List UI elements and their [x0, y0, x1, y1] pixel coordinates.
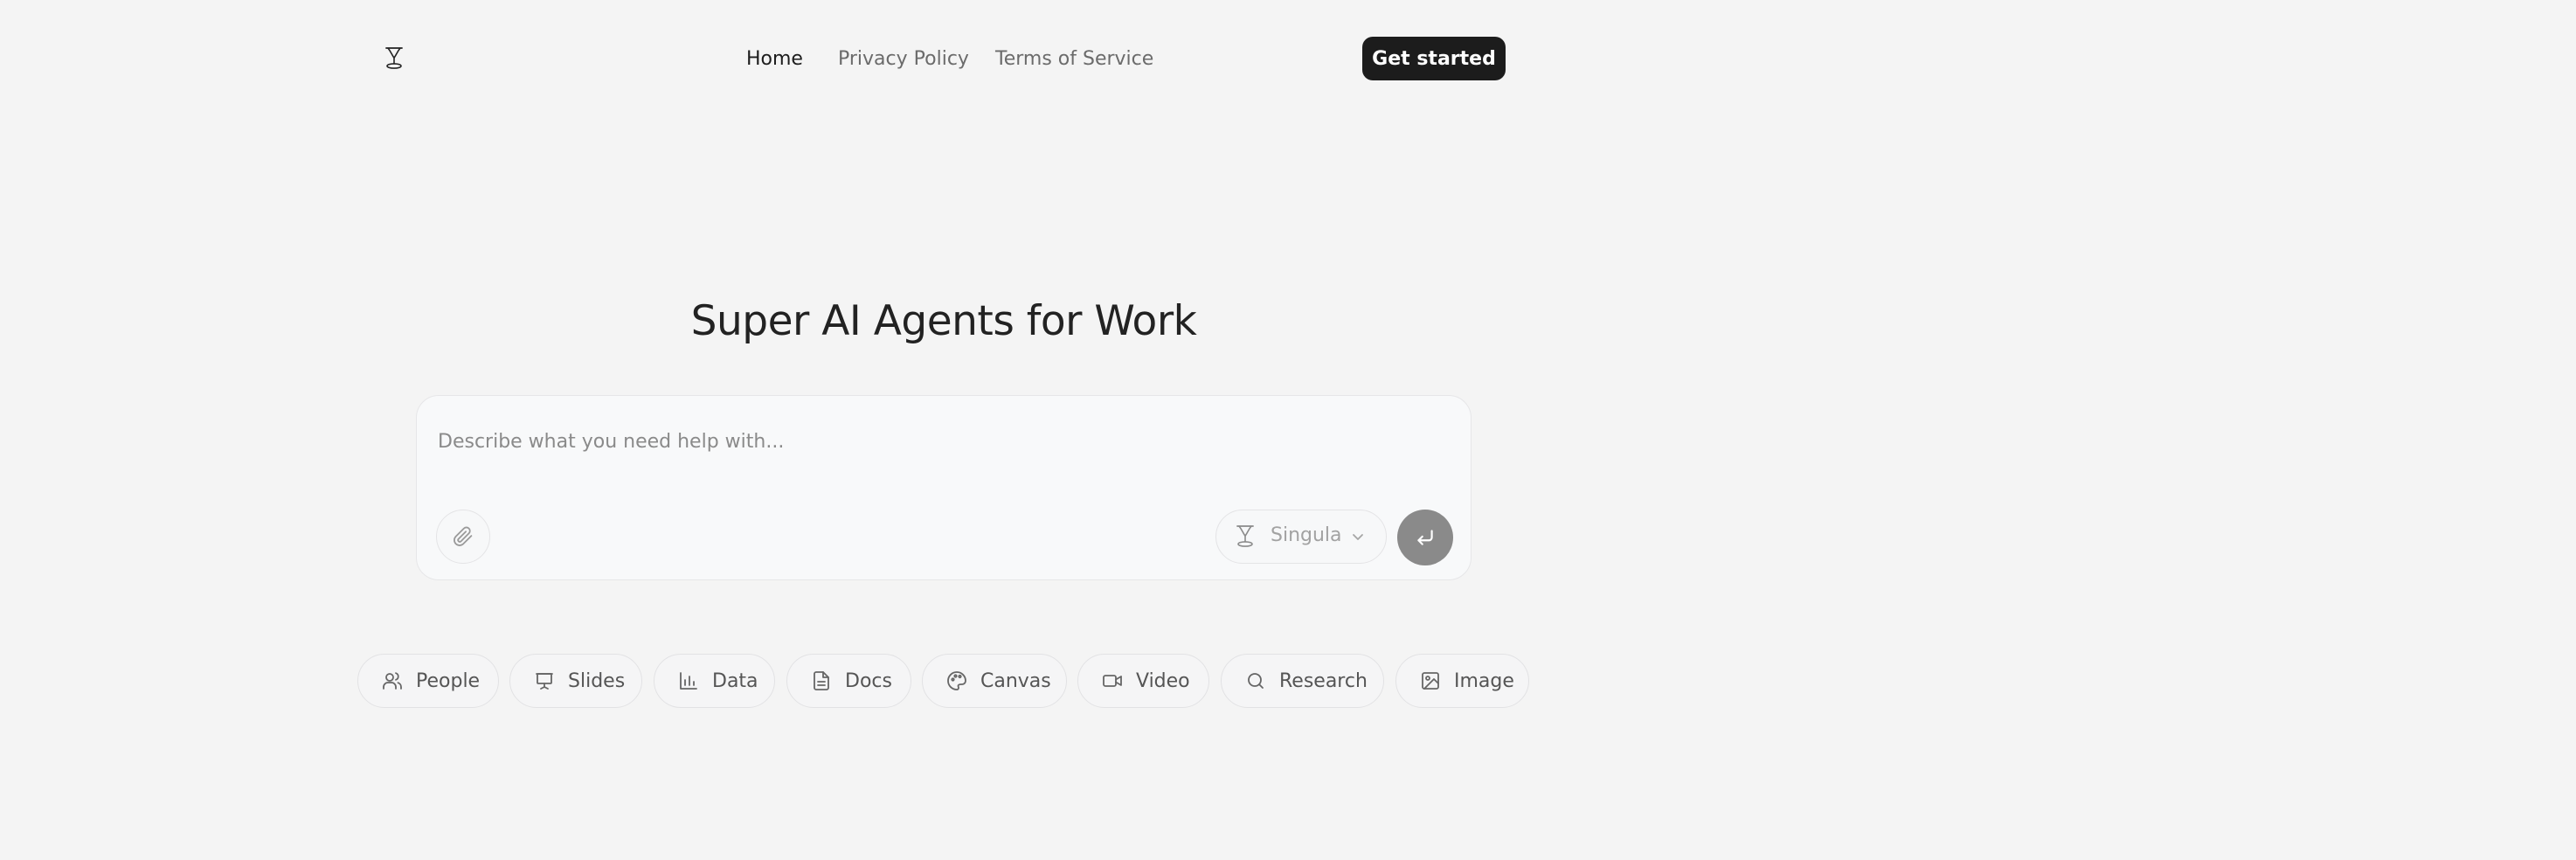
singula-logo-icon	[1232, 523, 1258, 549]
singula-logo-icon[interactable]	[379, 43, 409, 73]
bar-chart-icon	[677, 669, 700, 692]
chip-label: Docs	[845, 669, 892, 692]
attach-button[interactable]	[436, 510, 490, 564]
paperclip-icon	[453, 526, 474, 547]
chip-video[interactable]: Video	[1077, 654, 1209, 708]
chip-docs[interactable]: Docs	[786, 654, 911, 708]
get-started-button[interactable]: Get started	[1362, 37, 1506, 80]
chip-label: Image	[1454, 669, 1514, 692]
document-icon	[810, 669, 833, 692]
quick-action-chips: People Slides Data Docs Canvas Video Res…	[0, 654, 1887, 710]
nav-privacy-policy-link[interactable]: Privacy Policy	[838, 48, 969, 70]
chip-label: Video	[1136, 669, 1190, 692]
chip-canvas[interactable]: Canvas	[922, 654, 1067, 708]
chevron-down-icon	[1347, 526, 1368, 547]
chip-label: People	[416, 669, 481, 692]
image-icon	[1419, 669, 1442, 692]
nav-terms-of-service-link[interactable]: Terms of Service	[995, 48, 1153, 70]
presentation-icon	[533, 669, 556, 692]
video-camera-icon	[1101, 669, 1124, 692]
hero-title: Super AI Agents for Work	[690, 297, 1197, 345]
chip-people[interactable]: People	[357, 654, 499, 708]
users-icon	[381, 669, 404, 692]
model-select[interactable]: Singula	[1215, 510, 1387, 564]
chip-slides[interactable]: Slides	[509, 654, 642, 708]
chip-image[interactable]: Image	[1395, 654, 1529, 708]
palette-icon	[945, 669, 968, 692]
prompt-box: Singula	[416, 395, 1472, 580]
chip-label: Research	[1279, 669, 1368, 692]
hero-section: Super AI Agents for Work	[0, 297, 1887, 345]
enter-return-icon	[1414, 526, 1437, 549]
search-icon	[1244, 669, 1267, 692]
send-button[interactable]	[1397, 510, 1453, 565]
chip-data[interactable]: Data	[654, 654, 775, 708]
chip-label: Data	[712, 669, 758, 692]
chip-label: Canvas	[980, 669, 1051, 692]
prompt-input[interactable]	[438, 427, 1399, 455]
chip-label: Slides	[568, 669, 626, 692]
model-select-label: Singula	[1271, 524, 1342, 546]
nav-home-link[interactable]: Home	[746, 48, 803, 70]
chip-research[interactable]: Research	[1221, 654, 1384, 708]
